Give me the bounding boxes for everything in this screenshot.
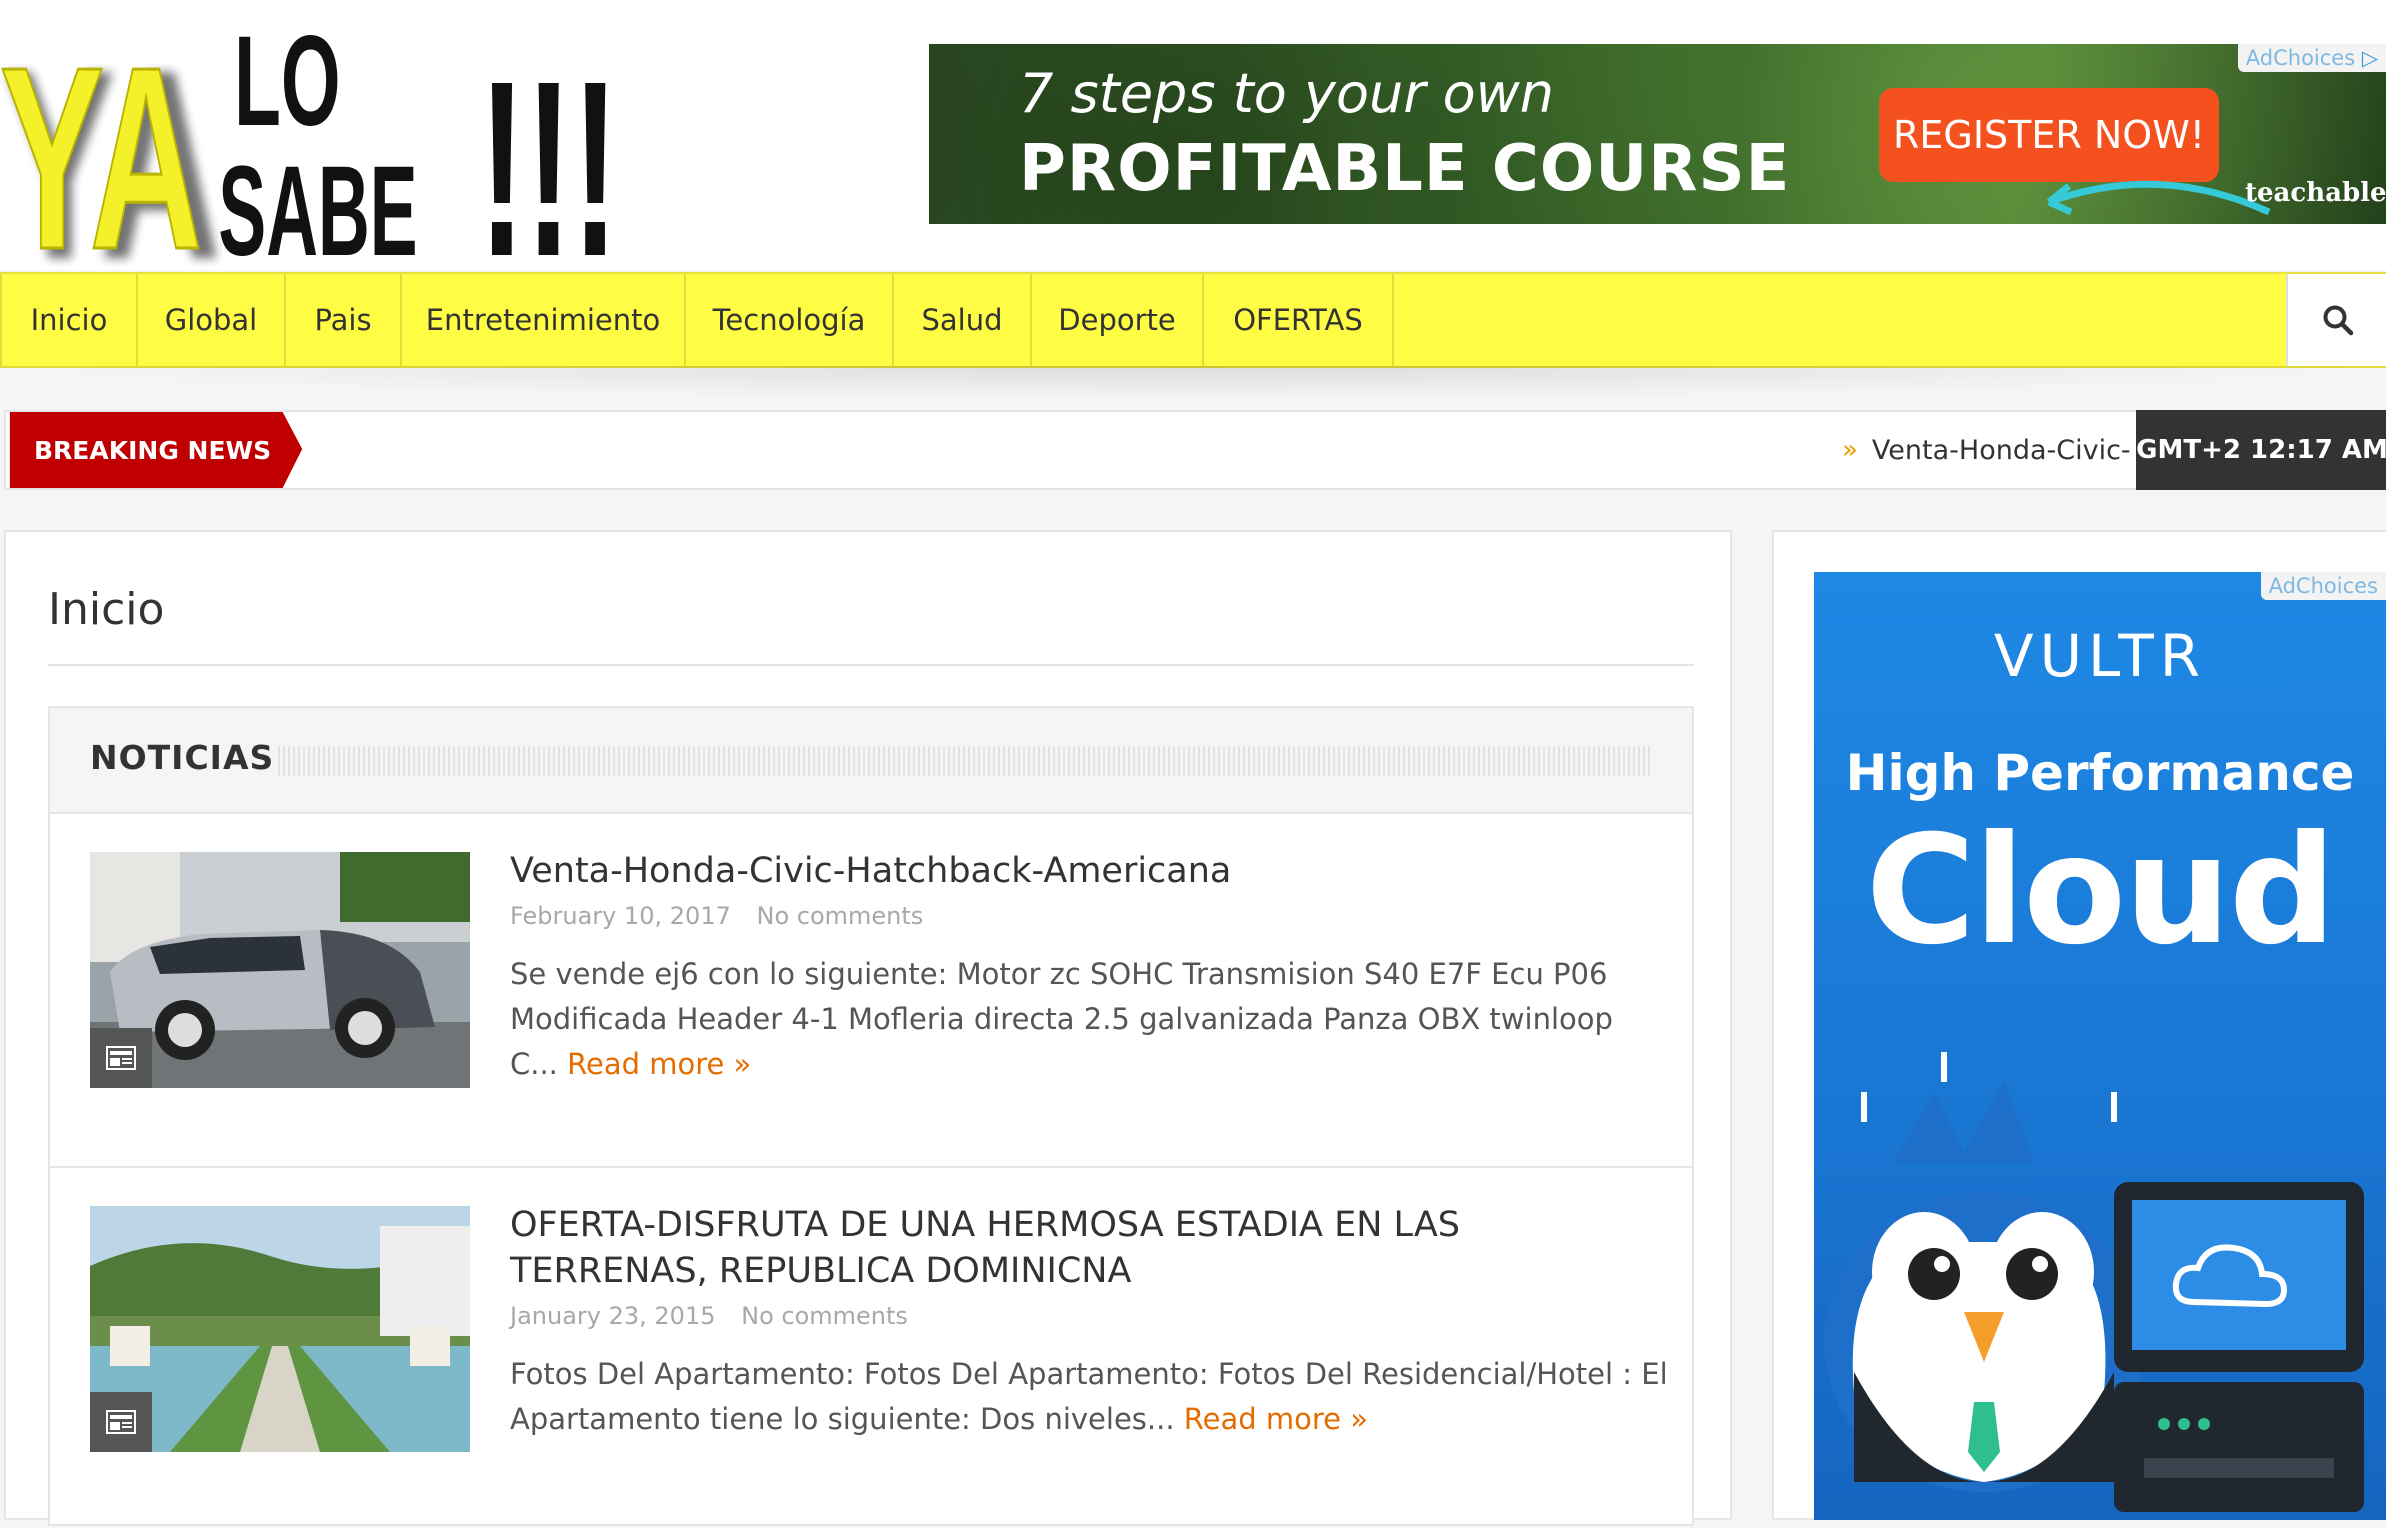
adchoices-icon: ▷: [2361, 46, 2378, 70]
title-divider: [48, 664, 1694, 666]
top-banner-ad[interactable]: 7 steps to your own PROFITABLE COURSE RE…: [929, 44, 2386, 224]
main-content: Inicio NOTICIAS Venta-Honda-Civic-Hatchb…: [4, 530, 1732, 1526]
news-section: NOTICIAS Venta-Honda-Civic-Hatchback-Ame…: [48, 706, 1694, 1526]
nav-item-salud[interactable]: Salud: [894, 274, 1032, 366]
nav-item-entretenimiento[interactable]: Entretenimiento: [402, 274, 686, 366]
register-now-button[interactable]: REGISTER NOW!: [1879, 88, 2219, 182]
breaking-news-bar: BREAKING NEWS » Venta-Honda-Civic- GMT+2…: [4, 410, 2386, 490]
nav-item-ofertas[interactable]: OFERTAS: [1204, 274, 1394, 366]
nav-item-deporte[interactable]: Deporte: [1032, 274, 1204, 366]
newspaper-icon: [106, 1410, 136, 1434]
post-excerpt: Fotos Del Apartamento: Fotos Del Apartam…: [510, 1352, 1670, 1442]
adchoices-badge[interactable]: AdChoices ▷: [2237, 44, 2386, 72]
ad-line-2: PROFITABLE COURSE: [1019, 132, 1791, 206]
ticker-text[interactable]: Venta-Honda-Civic-: [1872, 435, 2131, 466]
nav-shadow: [0, 366, 2386, 400]
section-title: NOTICIAS: [90, 738, 275, 777]
clock-display: GMT+2 12:17 AM: [2136, 410, 2386, 490]
nav-item-inicio[interactable]: Inicio: [0, 274, 138, 366]
post-comments[interactable]: No comments: [757, 902, 924, 930]
post-title[interactable]: OFERTA-DISFRUTA DE UNA HERMOSA ESTADIA E…: [510, 1202, 1660, 1294]
post-date: January 23, 2015: [510, 1302, 716, 1330]
adchoices-label: AdChoices: [2268, 574, 2378, 598]
search-icon: [2323, 305, 2354, 336]
breaking-news-label: BREAKING NEWS: [34, 435, 272, 465]
logo-bangs: !!!: [479, 29, 619, 270]
arrow-swoosh-icon: [2046, 180, 2271, 216]
read-more-link[interactable]: Read more »: [1184, 1402, 1368, 1436]
double-chevron-icon: »: [1842, 435, 1858, 465]
post-item: OFERTA-DISFRUTA DE UNA HERMOSA ESTADIA E…: [50, 1168, 1692, 1528]
sidebar-ad[interactable]: AdChoices VULTR High Performance Cloud: [1814, 572, 2386, 1520]
ad-headline: High Performance: [1845, 744, 2355, 802]
page-title: Inicio: [48, 584, 165, 635]
post-item: Venta-Honda-Civic-Hatchback-Americana Fe…: [50, 812, 1692, 1164]
logo-graphic: YA YA LO SABE !!!: [0, 10, 619, 316]
post-excerpt: Se vende ej6 con lo siguiente: Motor zc …: [510, 952, 1670, 1087]
post-date: February 10, 2017: [510, 902, 731, 930]
section-title-pattern: [278, 746, 1650, 776]
read-more-link[interactable]: Read more »: [567, 1047, 751, 1081]
ad-brand: VULTR: [1993, 622, 2207, 690]
logo-sabe: SABE: [218, 139, 417, 270]
post-title[interactable]: Venta-Honda-Civic-Hatchback-Americana: [510, 848, 1660, 894]
ad-cloud-text: Cloud: [1865, 804, 2337, 978]
logo-ya: YA: [0, 14, 202, 270]
article-icon-badge: [90, 1392, 152, 1452]
ad-line-1: 7 steps to your own: [1019, 62, 1555, 125]
breaking-news-ticker[interactable]: » Venta-Honda-Civic-: [1842, 412, 2131, 488]
search-button[interactable]: [2286, 274, 2386, 366]
post-meta: January 23, 2015 No comments: [510, 1302, 926, 1330]
main-nav: Inicio Global Pais Entretenimiento Tecno…: [0, 272, 2386, 368]
nav-item-pais[interactable]: Pais: [286, 274, 402, 366]
nav-item-global[interactable]: Global: [138, 274, 286, 366]
article-icon-badge: [90, 1028, 152, 1088]
logo-lo: LO: [234, 10, 341, 153]
post-excerpt-text: Fotos Del Apartamento: Fotos Del Apartam…: [510, 1357, 1668, 1436]
ad-brand: teachable: [2245, 178, 2386, 208]
adchoices-badge[interactable]: AdChoices: [2260, 572, 2386, 600]
newspaper-icon: [106, 1046, 136, 1070]
section-header: NOTICIAS: [50, 708, 1692, 814]
adchoices-label: AdChoices: [2245, 46, 2356, 70]
bird-mascot-illustration: [1824, 1052, 2364, 1512]
site-header: YA YA LO SABE !!! 7 steps to your own PR…: [0, 0, 2386, 316]
post-comments[interactable]: No comments: [741, 1302, 908, 1330]
nav-item-tecnologia[interactable]: Tecnología: [686, 274, 894, 366]
site-logo[interactable]: YA YA LO SABE !!!: [0, 0, 630, 316]
post-meta: February 10, 2017 No comments: [510, 902, 941, 930]
